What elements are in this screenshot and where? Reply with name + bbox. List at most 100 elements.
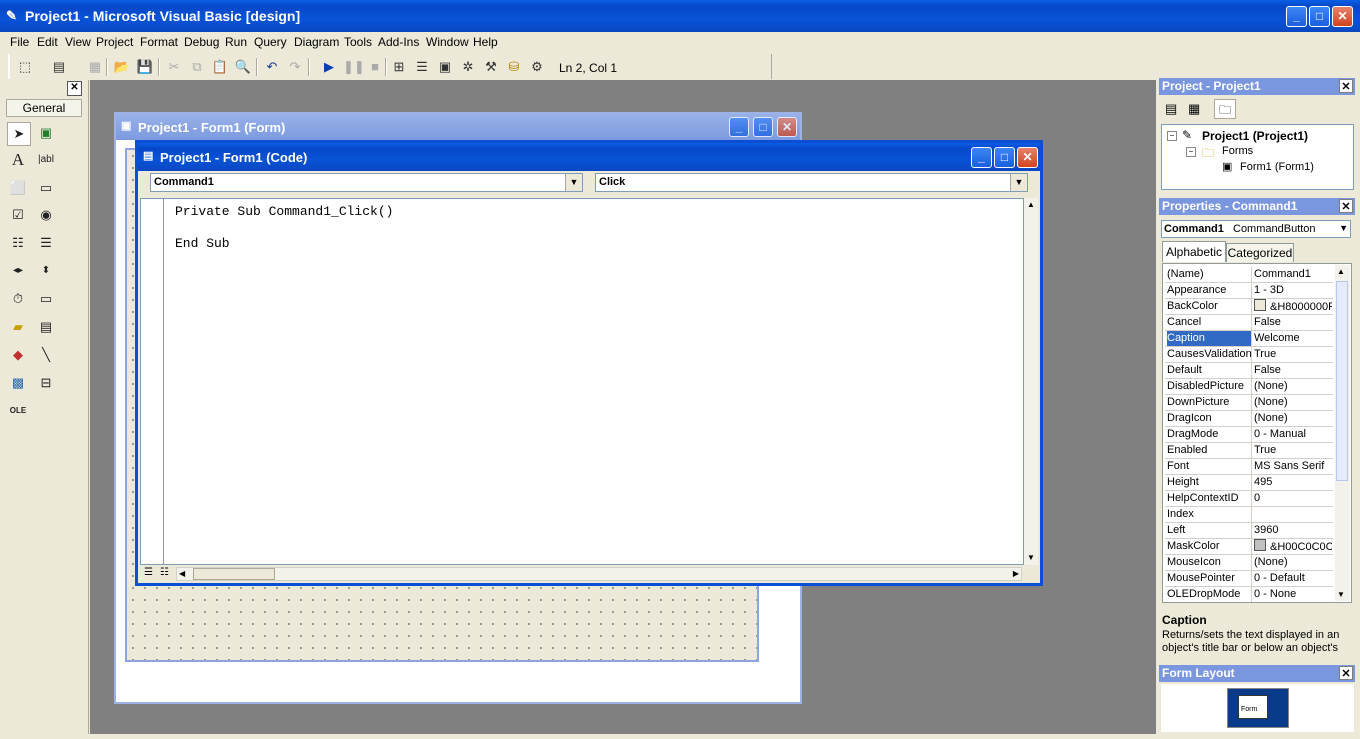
toolbox-tab-general[interactable]: General — [6, 99, 82, 117]
chevron-down-icon[interactable]: ▼ — [1010, 174, 1027, 191]
collapse-icon[interactable]: − — [1186, 147, 1196, 157]
vertical-scrollbar[interactable]: ▲ ▼ — [1024, 198, 1038, 565]
open-project-icon[interactable]: 📂 — [113, 58, 131, 76]
property-value[interactable]: True — [1254, 443, 1332, 458]
property-row[interactable]: Font MS Sans Serif — [1165, 458, 1333, 475]
horizontal-scrollbar[interactable]: ◀ ▶ — [176, 567, 1022, 581]
forms-folder[interactable]: Forms — [1222, 145, 1253, 157]
property-value[interactable]: MS Sans Serif — [1254, 459, 1332, 474]
textbox-icon[interactable]: |abl — [35, 149, 57, 171]
drivelistbox-icon[interactable]: ▭ — [35, 288, 57, 310]
property-value[interactable]: &H8000000F — [1254, 299, 1332, 314]
code-editor[interactable]: Private Sub Command1_Click() End Sub — [140, 198, 1024, 565]
commandbutton-icon[interactable]: ▭ — [35, 177, 57, 199]
object-browser-icon[interactable]: ✲ — [459, 58, 477, 76]
data-icon[interactable]: ⊟ — [35, 372, 57, 394]
menu-tools[interactable]: Tools — [344, 35, 372, 49]
form1-item[interactable]: Form1 (Form1) — [1240, 161, 1314, 173]
property-row[interactable]: MouseIcon (None) — [1165, 554, 1333, 571]
code-maximize-button[interactable]: □ — [994, 147, 1015, 168]
pointer-icon[interactable]: ➤ — [7, 122, 31, 146]
procedure-view-icon[interactable]: ☰ — [144, 567, 153, 578]
break-icon[interactable]: ❚❚ — [343, 58, 365, 76]
image-icon[interactable]: ▩ — [7, 372, 29, 394]
add-project-icon[interactable]: ⬚ — [16, 58, 34, 76]
property-row[interactable]: Height 495 — [1165, 474, 1333, 491]
project-root[interactable]: Project1 (Project1) — [1202, 129, 1308, 143]
property-row[interactable]: DownPicture (None) — [1165, 394, 1333, 411]
property-value[interactable]: &H00C0C0C0 — [1254, 539, 1332, 554]
combobox-icon[interactable]: ☷ — [7, 232, 29, 254]
property-row[interactable]: DragMode 0 - Manual — [1165, 426, 1333, 443]
scroll-thumb[interactable] — [193, 568, 275, 580]
property-value[interactable]: (None) — [1254, 395, 1332, 410]
start-icon[interactable]: ▶ — [320, 58, 338, 76]
ole-icon[interactable]: OLE — [7, 400, 29, 422]
property-value[interactable]: 495 — [1254, 475, 1332, 490]
menu-debug[interactable]: Debug — [184, 35, 219, 49]
property-row[interactable]: DisabledPicture (None) — [1165, 378, 1333, 395]
find-icon[interactable]: 🔍 — [234, 58, 252, 76]
form-layout-panel-close-button[interactable]: ✕ — [1339, 666, 1353, 680]
project-panel-close-button[interactable]: ✕ — [1339, 79, 1353, 93]
redo-icon[interactable]: ↷ — [286, 58, 304, 76]
property-row[interactable]: MousePointer 0 - Default — [1165, 570, 1333, 587]
undo-icon[interactable]: ↶ — [263, 58, 281, 76]
full-module-view-icon[interactable]: ☷ — [160, 567, 169, 578]
property-row[interactable]: HelpContextID 0 — [1165, 490, 1333, 507]
collapse-icon[interactable]: − — [1167, 131, 1177, 141]
end-icon[interactable]: ■ — [366, 58, 384, 76]
property-row[interactable]: Index — [1165, 506, 1333, 523]
chevron-down-icon[interactable]: ▼ — [1339, 223, 1348, 233]
minimize-button[interactable]: _ — [1286, 6, 1307, 27]
tab-alphabetic[interactable]: Alphabetic — [1162, 241, 1226, 262]
toggle-folders-icon[interactable]: 🗀 — [1214, 99, 1236, 119]
code-close-button[interactable]: ✕ — [1017, 147, 1038, 168]
property-value[interactable]: (None) — [1254, 411, 1332, 426]
add-form-icon[interactable]: ▤ — [50, 58, 68, 76]
form-layout-icon[interactable]: ▣ — [436, 58, 454, 76]
property-row[interactable]: Cancel False — [1165, 314, 1333, 331]
toolbox-close-button[interactable]: ✕ — [67, 81, 82, 96]
property-value[interactable] — [1254, 507, 1332, 522]
property-value[interactable]: Command1 — [1254, 267, 1332, 282]
menu-query[interactable]: Query — [254, 35, 287, 49]
menu-help[interactable]: Help — [473, 35, 498, 49]
property-row[interactable]: (Name) Command1 — [1165, 266, 1333, 283]
scroll-down-icon[interactable]: ▼ — [1024, 551, 1038, 565]
frame-icon[interactable]: ⬜ — [7, 177, 29, 199]
scroll-left-icon[interactable]: ◀ — [179, 568, 185, 580]
line-icon[interactable]: ╲ — [35, 344, 57, 366]
form-maximize-button[interactable]: □ — [753, 117, 773, 137]
object-selector[interactable]: Command1 CommandButton ▼ — [1161, 220, 1351, 238]
cut-icon[interactable]: ✂ — [165, 58, 183, 76]
property-row[interactable]: Left 3960 — [1165, 522, 1333, 539]
object-combo[interactable]: Command1 ▼ — [150, 173, 583, 192]
checkbox-icon[interactable]: ☑ — [7, 204, 29, 226]
scroll-up-icon[interactable]: ▲ — [1337, 267, 1345, 276]
menu-project[interactable]: Project — [96, 35, 133, 49]
scroll-down-icon[interactable]: ▼ — [1337, 590, 1345, 599]
view-object-icon[interactable]: ▦ — [1188, 101, 1200, 117]
picturebox-icon[interactable]: ▣ — [35, 122, 57, 144]
property-value[interactable]: 0 - Default — [1254, 571, 1332, 586]
tab-categorized[interactable]: Categorized — [1226, 243, 1294, 262]
label-icon[interactable]: A — [7, 149, 29, 171]
data-view-icon[interactable]: ⛁ — [505, 58, 523, 76]
optionbutton-icon[interactable]: ◉ — [35, 204, 57, 226]
form-minimize-button[interactable]: _ — [729, 117, 749, 137]
scroll-right-icon[interactable]: ▶ — [1013, 568, 1019, 580]
menu-window[interactable]: Window — [426, 35, 469, 49]
view-code-icon[interactable]: ▤ — [1165, 101, 1177, 117]
property-value[interactable]: (None) — [1254, 379, 1332, 394]
property-row[interactable]: MaskColor&H00C0C0C0 — [1165, 538, 1333, 555]
filelistbox-icon[interactable]: ▤ — [35, 316, 57, 338]
vscrollbar-icon[interactable]: ⬍ — [35, 260, 57, 282]
scroll-thumb[interactable] — [1336, 281, 1348, 481]
property-value[interactable]: (None) — [1254, 555, 1332, 570]
listbox-icon[interactable]: ☰ — [35, 232, 57, 254]
menu-view[interactable]: View — [65, 35, 91, 49]
menu-diagram[interactable]: Diagram — [294, 35, 339, 49]
component-manager-icon[interactable]: ⚙ — [528, 58, 546, 76]
property-value[interactable]: False — [1254, 315, 1332, 330]
